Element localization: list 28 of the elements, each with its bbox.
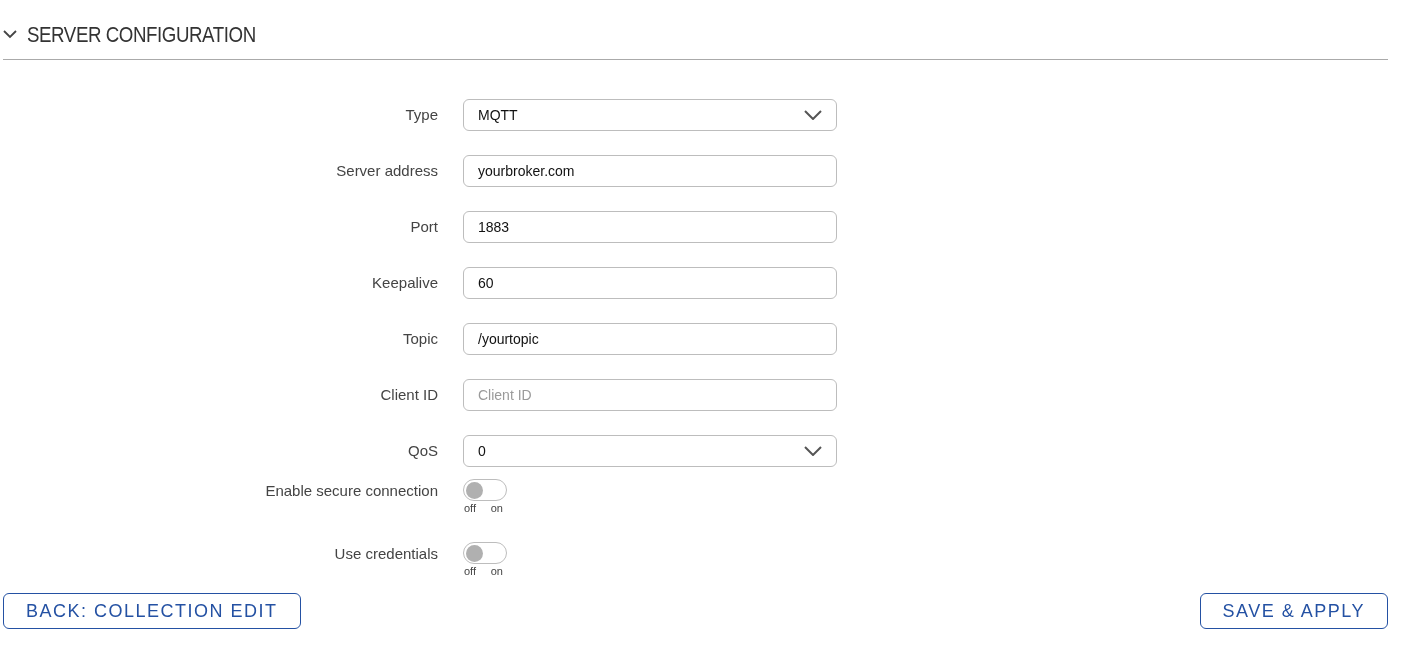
on-label: on xyxy=(490,564,503,578)
input-field[interactable]: yourbroker.com xyxy=(463,155,837,187)
select-field[interactable]: 0 xyxy=(463,435,837,467)
field-label: Type xyxy=(405,105,438,123)
off-label: off xyxy=(464,501,477,515)
back-button[interactable]: BACK: COLLECTION EDIT xyxy=(3,593,301,629)
field-label: Topic xyxy=(402,329,438,347)
field-label: Enable secure connection xyxy=(265,482,438,499)
section-title: SERVER CONFIGURATION xyxy=(27,21,256,49)
field-label: Client ID xyxy=(380,385,438,403)
field-label: Use credentials xyxy=(334,545,438,562)
chevron-icon[interactable] xyxy=(3,30,17,39)
field-label: Keepalive xyxy=(372,273,438,291)
on-label: on xyxy=(490,501,503,515)
chevron-down-icon xyxy=(804,110,822,120)
input-field[interactable]: Client ID xyxy=(463,379,837,411)
toggle-switch[interactable] xyxy=(463,542,507,564)
input-field[interactable]: /yourtopic xyxy=(463,323,837,355)
input-field[interactable]: 60 xyxy=(463,267,837,299)
select-field[interactable]: MQTT xyxy=(463,99,837,131)
chevron-down-icon xyxy=(804,446,822,456)
save-apply-button[interactable]: SAVE & APPLY xyxy=(1199,593,1388,629)
field-label: Port xyxy=(410,217,438,235)
field-label: QoS xyxy=(408,441,438,459)
field-label: Server address xyxy=(336,161,438,179)
toggle-switch[interactable] xyxy=(463,479,507,501)
off-label: off xyxy=(464,564,477,578)
input-field[interactable]: 1883 xyxy=(463,211,837,243)
